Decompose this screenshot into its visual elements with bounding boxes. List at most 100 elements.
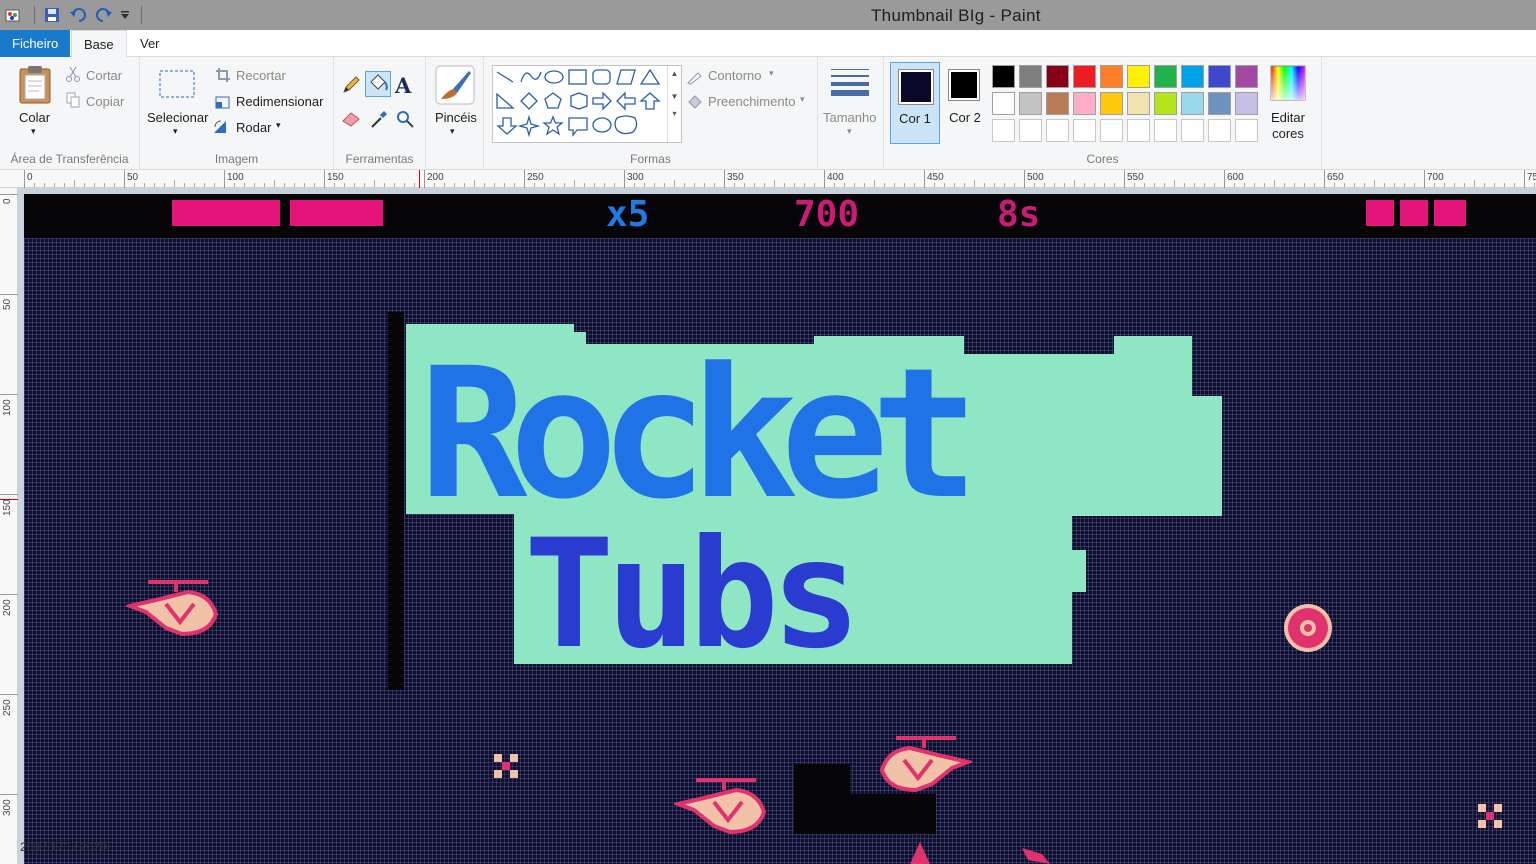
save-icon[interactable] bbox=[41, 4, 63, 26]
palette-swatch[interactable] bbox=[1235, 119, 1258, 142]
brushes-button[interactable]: Pincéis bbox=[435, 110, 477, 125]
resize-button[interactable]: Redimensionar bbox=[236, 94, 323, 109]
ruler-minor-tick bbox=[814, 183, 815, 187]
shapes-gallery-icons[interactable] bbox=[493, 66, 683, 144]
copy-button[interactable]: Copiar bbox=[86, 94, 124, 109]
ruler-minor-tick bbox=[1374, 180, 1375, 187]
palette-swatch[interactable] bbox=[1181, 92, 1204, 115]
palette-swatch[interactable] bbox=[1235, 92, 1258, 115]
ruler-minor-tick bbox=[454, 183, 455, 187]
paste-icon[interactable] bbox=[17, 65, 53, 110]
palette-swatch[interactable] bbox=[1127, 119, 1150, 142]
size-dropdown-icon[interactable]: ▾ bbox=[847, 126, 852, 137]
palette-swatch[interactable] bbox=[1019, 92, 1042, 115]
ruler-label: 50 bbox=[2, 298, 13, 310]
palette-swatch[interactable] bbox=[1127, 65, 1150, 88]
ruler-minor-tick bbox=[214, 183, 215, 187]
size-icon[interactable] bbox=[830, 67, 870, 104]
ruler-minor-tick bbox=[744, 183, 745, 187]
palette-swatch[interactable] bbox=[1046, 65, 1069, 88]
palette-swatch[interactable] bbox=[1019, 119, 1042, 142]
edit-colors-button[interactable]: Editar cores bbox=[1264, 110, 1312, 142]
ruler-minor-tick bbox=[584, 183, 585, 187]
color-picker-icon[interactable] bbox=[369, 109, 389, 134]
palette-swatch[interactable] bbox=[1208, 65, 1231, 88]
size-button[interactable]: Tamanho bbox=[823, 110, 876, 125]
paste-dropdown-icon[interactable]: ▾ bbox=[31, 126, 36, 137]
ruler-minor-tick bbox=[74, 180, 75, 187]
palette-swatch[interactable] bbox=[1127, 92, 1150, 115]
crop-button[interactable]: Recortar bbox=[236, 68, 286, 83]
customize-qat-icon[interactable] bbox=[119, 4, 131, 26]
palette-swatch[interactable] bbox=[1046, 92, 1069, 115]
paint-app-icon[interactable] bbox=[2, 4, 24, 26]
ruler-minor-tick bbox=[234, 183, 235, 187]
palette-swatch[interactable] bbox=[1181, 119, 1204, 142]
ruler-minor-tick bbox=[104, 183, 105, 187]
edit-colors-icon[interactable] bbox=[1270, 65, 1306, 106]
rotate-dropdown-icon[interactable]: ▾ bbox=[276, 120, 281, 131]
colors-group-label: Cores bbox=[1086, 152, 1119, 166]
palette-swatch[interactable] bbox=[1100, 92, 1123, 115]
ruler-minor-tick bbox=[34, 183, 35, 187]
ruler-minor-tick bbox=[1114, 183, 1115, 187]
ruler-minor-tick bbox=[274, 180, 275, 187]
paste-button[interactable]: Colar bbox=[19, 110, 50, 125]
palette-swatch[interactable] bbox=[992, 65, 1015, 88]
palette-swatch[interactable] bbox=[1073, 92, 1096, 115]
ruler-cursor-marker bbox=[0, 499, 18, 500]
palette-swatch[interactable] bbox=[1073, 119, 1096, 142]
fill-button[interactable]: Preenchimento bbox=[708, 94, 795, 109]
ruler-minor-tick bbox=[1384, 183, 1385, 187]
ruler-minor-tick bbox=[1264, 183, 1265, 187]
color1-selector[interactable]: Cor 1 bbox=[890, 62, 940, 144]
ruler-minor-tick bbox=[1514, 183, 1515, 187]
eraser-icon[interactable] bbox=[341, 109, 361, 132]
redo-icon[interactable] bbox=[93, 4, 115, 26]
rotate-button[interactable]: Rodar bbox=[236, 120, 271, 135]
color2-label[interactable]: Cor 2 bbox=[944, 110, 986, 125]
palette-swatch[interactable] bbox=[1073, 65, 1096, 88]
brushes-dropdown-icon[interactable]: ▾ bbox=[450, 126, 455, 137]
palette-swatch[interactable] bbox=[1019, 65, 1042, 88]
palette-swatch[interactable] bbox=[992, 119, 1015, 142]
cut-button[interactable]: Cortar bbox=[86, 68, 122, 83]
undo-icon[interactable] bbox=[67, 4, 89, 26]
ruler-minor-tick bbox=[464, 183, 465, 187]
palette-swatch[interactable] bbox=[1154, 65, 1177, 88]
palette-swatch[interactable] bbox=[1235, 65, 1258, 88]
drawing-canvas[interactable]: x5 700 8s Rocket Tubs bbox=[24, 194, 1536, 864]
ruler-tick bbox=[0, 194, 18, 195]
fill-dropdown-icon[interactable]: ▾ bbox=[800, 94, 805, 105]
pencil-icon[interactable] bbox=[341, 75, 361, 100]
palette-swatch[interactable] bbox=[1046, 119, 1069, 142]
magnifier-icon[interactable] bbox=[395, 109, 415, 134]
palette-swatch[interactable] bbox=[1181, 65, 1204, 88]
outline-button[interactable]: Contorno bbox=[708, 68, 761, 83]
select-button[interactable]: Selecionar bbox=[147, 110, 208, 125]
shapes-scrollbar[interactable]: ▲ ▼ ▾ bbox=[667, 66, 681, 144]
text-tool-icon[interactable]: A bbox=[395, 73, 411, 98]
ruler-minor-tick bbox=[294, 183, 295, 187]
ruler-tick bbox=[224, 170, 225, 188]
palette-swatch[interactable] bbox=[1100, 65, 1123, 88]
select-icon[interactable] bbox=[158, 69, 196, 104]
palette-swatch[interactable] bbox=[1154, 92, 1177, 115]
brushes-icon[interactable] bbox=[435, 65, 475, 110]
outline-dropdown-icon[interactable]: ▾ bbox=[769, 68, 774, 79]
palette-swatch[interactable] bbox=[1208, 92, 1231, 115]
ruler-minor-tick bbox=[364, 183, 365, 187]
tab-file[interactable]: Ficheiro bbox=[0, 30, 71, 57]
fill-bucket-icon[interactable] bbox=[365, 71, 391, 97]
ruler-tick bbox=[824, 170, 825, 188]
ruler-minor-tick bbox=[754, 183, 755, 187]
select-dropdown-icon[interactable]: ▾ bbox=[173, 126, 178, 137]
ruler-tick bbox=[0, 594, 18, 595]
tab-home[interactable]: Base bbox=[71, 30, 127, 58]
palette-swatch[interactable] bbox=[1100, 119, 1123, 142]
palette-swatch[interactable] bbox=[992, 92, 1015, 115]
tab-view[interactable]: Ver bbox=[128, 30, 172, 57]
palette-swatch[interactable] bbox=[1154, 119, 1177, 142]
palette-swatch[interactable] bbox=[1208, 119, 1231, 142]
color2-swatch-frame[interactable] bbox=[948, 69, 980, 101]
